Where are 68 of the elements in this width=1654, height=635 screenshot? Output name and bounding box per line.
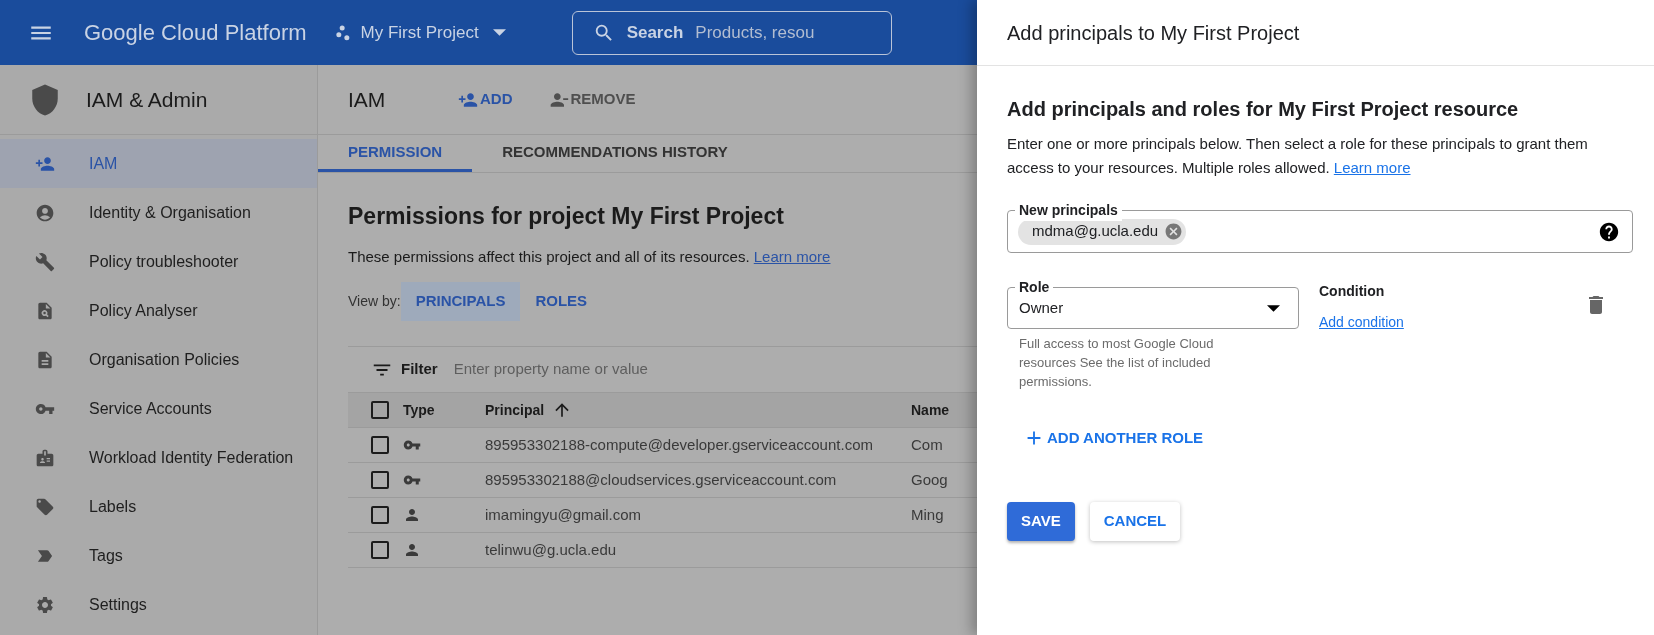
filter-field[interactable]: Enter property name or value <box>453 358 648 381</box>
table-cell-text: telinwu@g.ucla.edu <box>485 539 618 560</box>
table-cell-text: Goog <box>911 469 948 490</box>
panel-title: Add principals to My First Project <box>1007 20 1300 46</box>
save-button[interactable]: SAVE <box>1007 501 1075 541</box>
role-description: Full access to most Google Cloud resources See the list of included permissions. <box>1019 335 1215 391</box>
remove-chip-icon[interactable] <box>1164 222 1184 241</box>
cancel-button[interactable]: CANCEL <box>1089 501 1181 541</box>
remove-button[interactable]: REMOVE <box>548 88 636 111</box>
document-icon <box>35 349 55 370</box>
caret-icon <box>492 29 506 36</box>
filter-label: Filter <box>401 359 438 380</box>
learn-more-link[interactable]: Learn more <box>753 247 831 265</box>
condition-label: Condition <box>1319 282 1386 301</box>
sidebar-item[interactable]: Identity & Organisation <box>0 188 317 237</box>
sidebar-item[interactable]: Tags <box>0 531 317 580</box>
table-cell-text: 895953302188-compute@developer.gserviceaccount.com <box>485 434 874 455</box>
learn-more-link[interactable]: Learn more <box>1333 159 1411 176</box>
id-card-icon <box>35 447 55 468</box>
sidebar-item[interactable]: IAM <box>0 139 317 188</box>
sidebar-title: IAM & Admin <box>86 86 208 113</box>
add-another-role-button[interactable]: ADD ANOTHER ROLE <box>1023 427 1204 450</box>
help-icon[interactable] <box>1598 220 1620 243</box>
sidebar-item[interactable]: Labels <box>0 482 317 531</box>
search-placeholder: Products, resou <box>695 21 815 44</box>
column-header: Name <box>911 400 950 420</box>
sidebar-item[interactable]: Service Accounts <box>0 384 317 433</box>
checkbox[interactable] <box>371 471 389 489</box>
view-by-toggle[interactable]: PRINCIPALS <box>400 282 521 321</box>
page-title: IAM <box>348 86 387 113</box>
table-cell-text: imamingyu@gmail.com <box>485 504 643 525</box>
sidebar-item[interactable]: Policy troubleshooter <box>0 237 317 286</box>
tab[interactable]: PERMISSION <box>318 135 473 172</box>
person-icon <box>403 506 421 524</box>
sidebar-item[interactable]: Workload Identity Federation <box>0 433 317 482</box>
role-value: Owner <box>1019 297 1064 318</box>
tag-icon <box>35 496 55 517</box>
column-header[interactable]: Principal <box>485 399 911 421</box>
permissions-description: These permissions affect this project and all of its resources. Learn more <box>348 246 831 267</box>
checkbox[interactable] <box>371 401 389 419</box>
add-condition-link[interactable]: Add condition <box>1319 312 1404 333</box>
checkbox[interactable] <box>371 541 389 559</box>
table-cell-text: 895953302188@cloudservices.gserviceaccount.com <box>485 469 838 490</box>
checkbox[interactable] <box>371 436 389 454</box>
add-button[interactable]: ADD <box>458 88 513 111</box>
product-name: Google Cloud Platform <box>84 19 307 47</box>
person-icon <box>403 541 421 559</box>
project-selector[interactable]: My First Project <box>332 19 506 46</box>
sidebar-item[interactable]: Policy Analyser <box>0 286 317 335</box>
settings-icon <box>35 594 55 615</box>
document-search-icon <box>35 300 55 321</box>
tab[interactable]: RECOMMENDATIONS HISTORY <box>472 135 758 172</box>
search-field[interactable]: Search Products, resou <box>571 10 892 55</box>
search-label: Search <box>626 21 684 44</box>
sidebar-item[interactable]: Settings <box>0 580 317 629</box>
wrench-icon <box>35 251 55 272</box>
panel-heading: Add principals and roles for My First Project resource <box>1007 97 1520 122</box>
table-cell-text: Ming <box>911 504 944 525</box>
column-header: Type <box>403 400 436 420</box>
permissions-heading: Permissions for project My First Project <box>348 202 785 231</box>
view-by-label: View by: <box>348 292 401 311</box>
caret-icon <box>1267 304 1280 312</box>
checkbox[interactable] <box>371 506 389 524</box>
principal-chip[interactable]: mdma@g.ucla.edu <box>1018 218 1187 245</box>
table-cell-text: Com <box>911 434 943 455</box>
panel-description: Enter one or more principals below. Then select a role for these principals to grant them access to your resources. Multiple roles allowed. Learn more <box>1007 134 1589 178</box>
sidebar-item[interactable]: Organisation Policies <box>0 335 317 384</box>
view-by-toggle[interactable]: ROLES <box>520 282 603 321</box>
